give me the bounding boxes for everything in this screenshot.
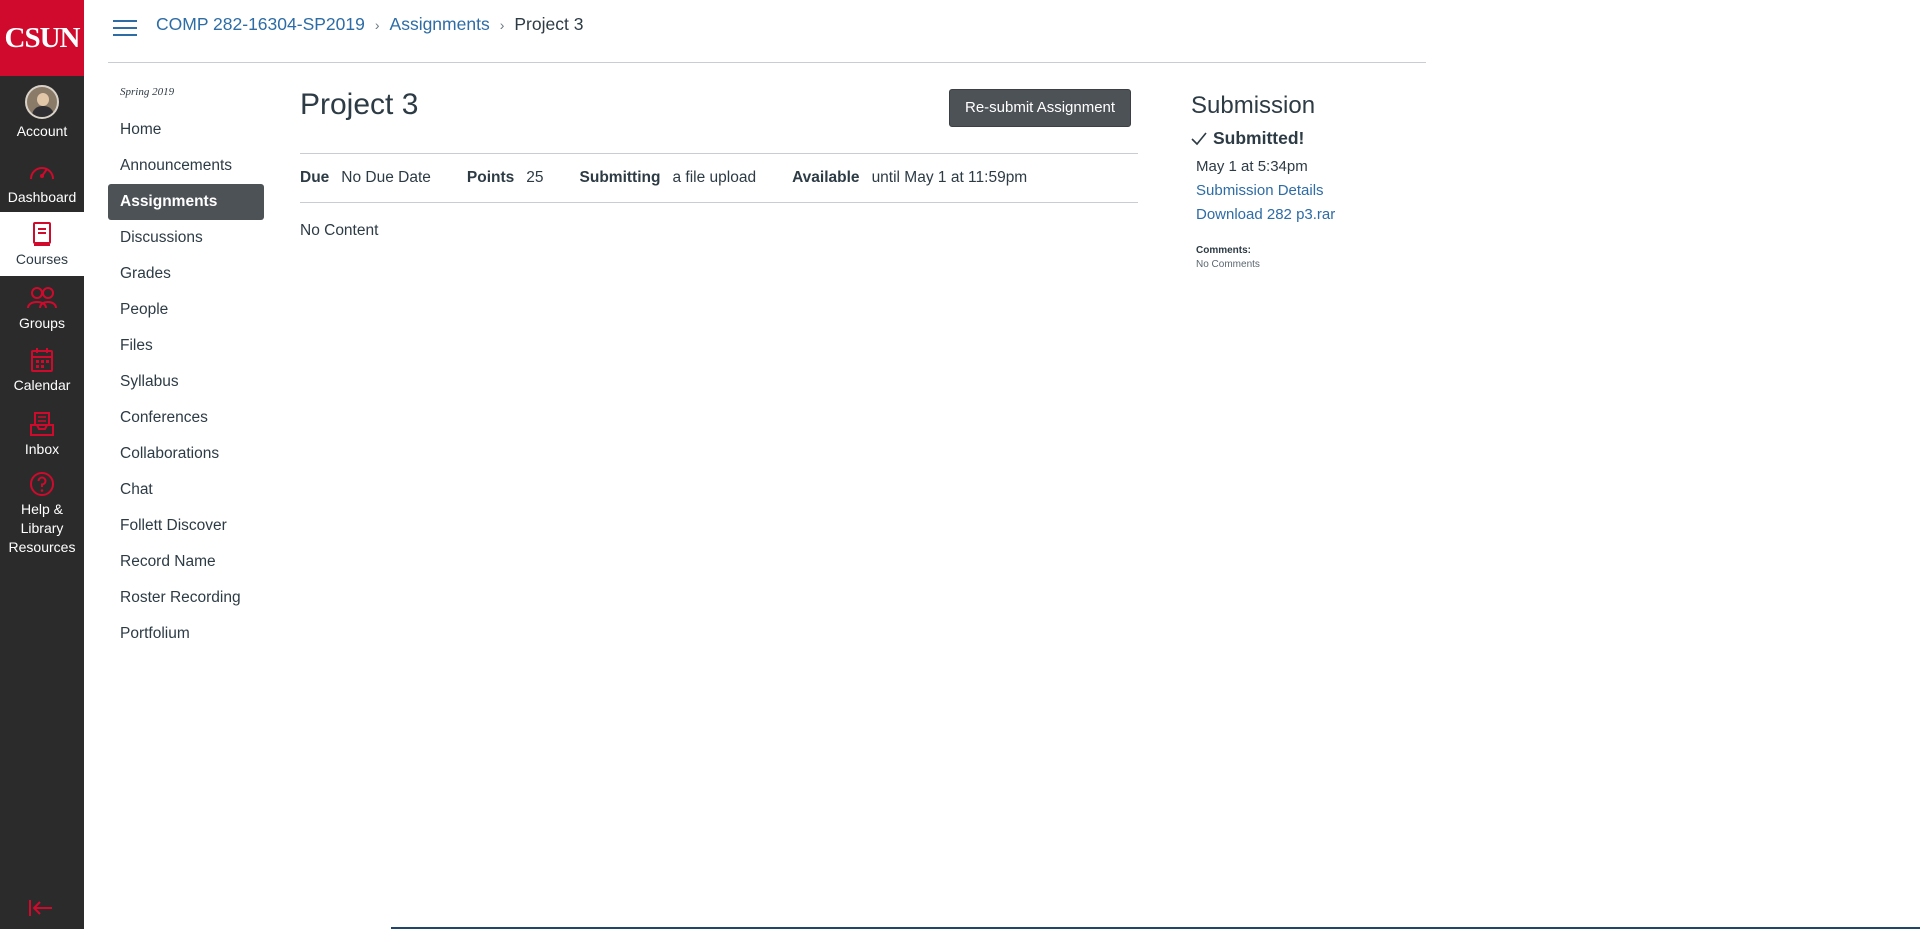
due-label: Due [300,169,330,186]
checkmark-icon [1191,131,1207,145]
course-nav-portfolium[interactable]: Portfolium [108,616,264,652]
assignment-description: No Content [300,222,379,239]
comments-label: Comments: [1196,245,1252,256]
term-label: Spring 2019 [120,86,175,98]
download-submission-link[interactable]: Download 282 p3.rar [1191,203,1421,227]
submission-status: Submitted! [1191,128,1421,149]
available-value: until May 1 at 11:59pm [871,169,1028,186]
breadcrumb-separator: › [499,16,505,33]
submitting-label: Submitting [579,169,661,186]
course-nav-announcements[interactable]: Announcements [108,148,264,184]
global-nav-calendar-label: Calendar [13,377,71,393]
submission-status-text: Submitted! [1213,128,1305,148]
points-label: Points [466,169,515,186]
global-nav-help-label: Help & Library Resources [8,501,76,555]
global-nav-inbox-label: Inbox [24,441,60,457]
inbox-icon [29,410,55,438]
course-nav-syllabus[interactable]: Syllabus [108,364,264,400]
global-nav-groups[interactable]: Groups [0,284,84,333]
global-nav-inbox[interactable]: Inbox [0,410,84,459]
breadcrumb-course-link[interactable]: COMP 282-16304-SP2019 [156,14,365,35]
courses-book-icon [31,220,53,248]
course-nav-people[interactable]: People [108,292,264,328]
course-nav-collaborations[interactable]: Collaborations [108,436,264,472]
hamburger-menu-icon[interactable] [113,16,137,40]
submission-title: Submission [1191,92,1316,119]
global-nav-courses[interactable]: Courses [0,212,84,276]
submission-details-link[interactable]: Submission Details [1191,179,1421,203]
comments-value: No Comments [1196,259,1260,270]
due-value: No Due Date [341,169,431,186]
submitting-value: a file upload [672,169,757,186]
collapse-nav-icon[interactable] [28,899,54,922]
due-detail: Due No Due Date [300,169,431,187]
breadcrumb-assignments-link[interactable]: Assignments [390,14,490,35]
course-nav-home[interactable]: Home [108,112,264,148]
breadcrumb-current: Project 3 [514,14,584,34]
global-nav-calendar[interactable]: Calendar [0,346,84,395]
submission-sidebar: Submission Submitted! May 1 at 5:34pm Su… [1191,92,1421,270]
page-title: Project 3 [300,88,419,121]
global-nav: CSUN Account Dashboard Courses Groups Ca… [0,0,84,929]
groups-icon [26,284,58,312]
submission-date: May 1 at 5:34pm [1196,158,1308,175]
global-nav-courses-label: Courses [15,250,69,267]
global-nav-account[interactable]: Account [0,84,84,141]
available-label: Available [792,169,860,186]
course-nav-files[interactable]: Files [108,328,264,364]
calendar-icon [30,346,54,374]
points-value: 25 [526,169,544,186]
dashboard-icon [28,158,56,186]
csun-logo[interactable]: CSUN [0,0,84,76]
course-nav-grades[interactable]: Grades [108,256,264,292]
course-nav-chat[interactable]: Chat [108,472,264,508]
available-detail: Available until May 1 at 11:59pm [792,169,1027,187]
course-nav-roster-recording[interactable]: Roster Recording [108,580,264,616]
breadcrumb-separator: › [374,16,380,33]
course-nav-follett-discover[interactable]: Follett Discover [108,508,264,544]
global-nav-dashboard-label: Dashboard [7,189,77,205]
course-nav-conferences[interactable]: Conferences [108,400,264,436]
points-detail: Points 25 [467,169,544,187]
global-nav-account-label: Account [16,123,68,139]
assignment-details-bar: Due No Due Date Points 25 Submitting a f… [300,153,1138,203]
breadcrumb: COMP 282-16304-SP2019 › Assignments › Pr… [156,14,583,35]
course-nav-record-name[interactable]: Record Name [108,544,264,580]
course-nav-discussions[interactable]: Discussions [108,220,264,256]
global-nav-help[interactable]: Help & Library Resources [0,470,84,557]
help-question-icon [29,470,55,498]
global-nav-groups-label: Groups [19,315,65,331]
page-header: COMP 282-16304-SP2019 › Assignments › Pr… [108,0,1426,63]
course-nav-assignments[interactable]: Assignments [108,184,264,220]
submitting-detail: Submitting a file upload [580,169,757,187]
global-nav-dashboard[interactable]: Dashboard [0,158,84,207]
avatar [25,85,59,119]
resubmit-assignment-button[interactable]: Re-submit Assignment [949,89,1132,127]
course-nav: Spring 2019 Home Announcements Assignmen… [108,86,264,652]
